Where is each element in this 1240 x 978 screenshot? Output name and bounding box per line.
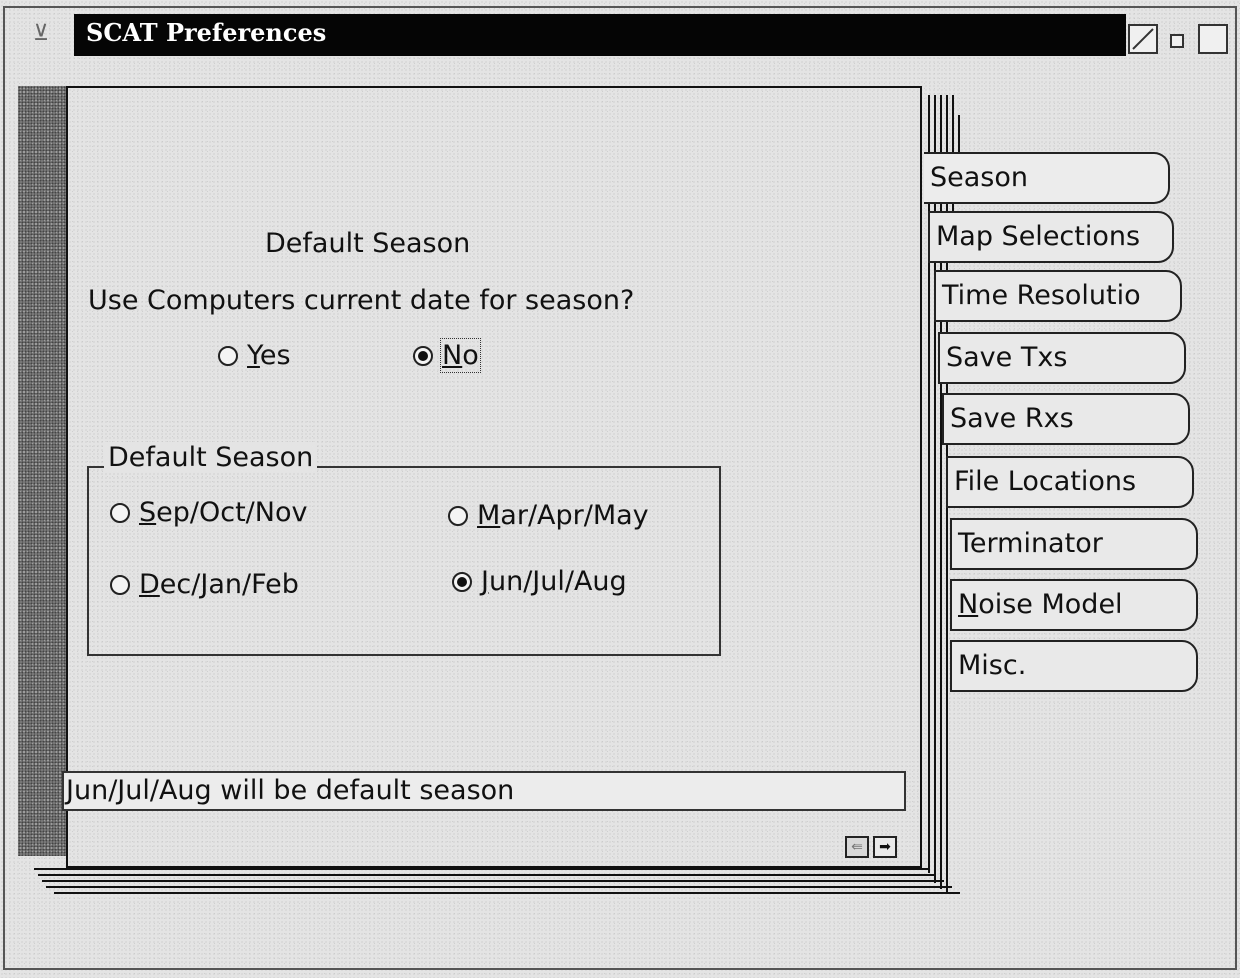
dec-jan-feb-option[interactable]: Dec/Jan/Feb bbox=[110, 569, 299, 600]
dec-jan-feb-radio[interactable] bbox=[110, 574, 130, 595]
window-menu-button[interactable]: ⊻ bbox=[22, 17, 60, 51]
sep-oct-nov-option[interactable]: Sep/Oct/Nov bbox=[110, 497, 307, 528]
page-edge bbox=[46, 886, 952, 888]
tab-label: Save Txs bbox=[946, 342, 1068, 373]
mar-apr-may-label: Mar/Apr/May bbox=[477, 500, 649, 531]
mar-apr-may-radio[interactable] bbox=[448, 505, 468, 526]
tab-label: Terminator bbox=[958, 528, 1103, 559]
current-date-question: Use Computers current date for season? bbox=[88, 285, 635, 316]
tab-save-txs[interactable]: Save Txs bbox=[938, 332, 1186, 384]
window-title: SCAT Preferences bbox=[86, 18, 327, 47]
sep-oct-nov-radio[interactable] bbox=[110, 502, 130, 523]
page-edge bbox=[54, 892, 960, 894]
no-radio-option[interactable]: No bbox=[413, 338, 481, 373]
jun-jul-aug-option[interactable]: Jun/Jul/Aug bbox=[452, 566, 627, 597]
status-message-field: Jun/Jul/Aug will be default season bbox=[62, 771, 906, 811]
title-bar[interactable]: SCAT Preferences bbox=[74, 14, 1126, 56]
page-edge bbox=[34, 868, 928, 870]
tab-map-selections[interactable]: Map Selections bbox=[928, 211, 1174, 263]
minimize-button[interactable] bbox=[1170, 34, 1184, 48]
no-radio[interactable] bbox=[413, 345, 433, 366]
yes-radio[interactable] bbox=[218, 345, 238, 366]
previous-page-button[interactable]: ⇚ bbox=[845, 836, 869, 858]
tab-label: Season bbox=[930, 162, 1028, 193]
tab-label: Map Selections bbox=[936, 221, 1141, 252]
tab-label: Time Resolutio bbox=[942, 280, 1141, 311]
page-edge bbox=[38, 874, 936, 876]
tab-file-locations[interactable]: File Locations bbox=[946, 456, 1194, 508]
dec-jan-feb-label: Dec/Jan/Feb bbox=[139, 569, 299, 600]
restore-button[interactable] bbox=[1128, 24, 1158, 54]
notebook-spine bbox=[18, 86, 68, 856]
tab-time-resolution[interactable]: Time Resolutio bbox=[934, 270, 1182, 322]
jun-jul-aug-radio[interactable] bbox=[452, 571, 472, 592]
default-season-group bbox=[87, 466, 721, 656]
jun-jul-aug-label: Jun/Jul/Aug bbox=[481, 566, 627, 597]
tab-label: Save Rxs bbox=[950, 403, 1074, 434]
tab-label: File Locations bbox=[954, 466, 1137, 497]
tab-save-rxs[interactable]: Save Rxs bbox=[942, 393, 1190, 445]
page-edge bbox=[42, 880, 944, 882]
no-label: No bbox=[440, 338, 481, 373]
tab-noise-model[interactable]: Noise Model bbox=[950, 579, 1198, 631]
mar-apr-may-option[interactable]: Mar/Apr/May bbox=[448, 500, 649, 531]
sep-oct-nov-label: Sep/Oct/Nov bbox=[139, 497, 308, 528]
preferences-window: ⊻ SCAT Preferences Default Season Use Co… bbox=[0, 0, 1240, 978]
tab-label: Misc. bbox=[958, 650, 1027, 681]
yes-label: Yes bbox=[247, 340, 291, 371]
page-heading: Default Season bbox=[265, 228, 471, 259]
tab-terminator[interactable]: Terminator bbox=[950, 518, 1198, 570]
next-page-button[interactable]: ➡ bbox=[873, 836, 897, 858]
tab-label: Noise Model bbox=[958, 589, 1123, 620]
tab-season[interactable]: Season bbox=[924, 152, 1170, 204]
default-season-group-title: Default Season bbox=[104, 442, 318, 473]
restore-icon bbox=[1132, 28, 1154, 50]
maximize-button[interactable] bbox=[1198, 24, 1228, 54]
yes-radio-option[interactable]: Yes bbox=[218, 340, 291, 371]
tab-misc[interactable]: Misc. bbox=[950, 640, 1198, 692]
